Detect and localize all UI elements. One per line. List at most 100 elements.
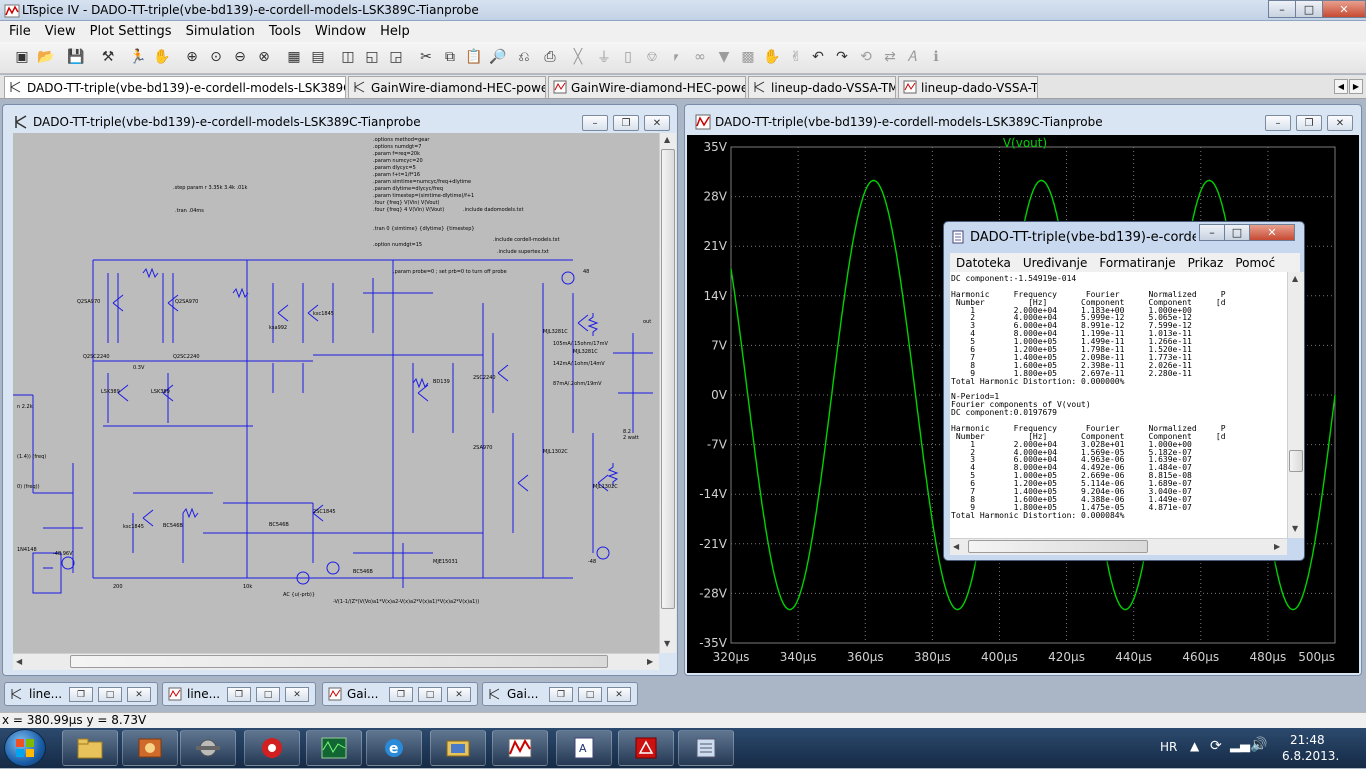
close-button[interactable]: ✕: [1322, 0, 1366, 18]
close-icon[interactable]: ✕: [285, 687, 309, 702]
menu-help[interactable]: Help: [373, 24, 417, 39]
cascade-windows-icon[interactable]: ◱: [362, 47, 382, 67]
waveform-restore-button[interactable]: ❐: [1296, 115, 1322, 131]
fourier-hscroll[interactable]: ◀ ▶: [950, 538, 1287, 555]
taskbar-app-2[interactable]: [122, 730, 178, 766]
tab-scroll-right-icon[interactable]: ▶: [1349, 79, 1363, 94]
start-button[interactable]: [4, 729, 46, 767]
tab-gainwire-2[interactable]: GainWire-diamond-HEC-power-CFB: [548, 76, 746, 98]
schematic-hscroll[interactable]: ◀ ▶: [13, 653, 659, 670]
tile-windows-icon[interactable]: ◫: [338, 47, 358, 67]
restore-icon[interactable]: ❐: [389, 687, 413, 702]
ground-icon[interactable]: ⏚: [594, 47, 614, 67]
minimize-button[interactable]: –: [1268, 0, 1296, 18]
schematic-minimize-button[interactable]: –: [582, 115, 608, 131]
menu-plot-settings[interactable]: Plot Settings: [83, 24, 179, 39]
clock-time[interactable]: 21:48: [1290, 733, 1325, 747]
schematic-canvas[interactable]: .options method=gear .options numdgt=7 .…: [13, 133, 659, 653]
language-indicator[interactable]: HR: [1160, 740, 1177, 754]
restore-icon[interactable]: ❐: [69, 687, 93, 702]
minimized-window-3[interactable]: Gai... ❐ □ ✕: [322, 682, 478, 706]
copy-icon[interactable]: ⧉: [440, 47, 460, 67]
component-icon[interactable]: ▩: [738, 47, 758, 67]
taskbar-notepad[interactable]: [678, 730, 734, 766]
volume-icon[interactable]: 🔊: [1250, 737, 1267, 753]
menu-tools[interactable]: Tools: [262, 24, 308, 39]
maximize-icon[interactable]: □: [418, 687, 442, 702]
save-icon[interactable]: 💾: [66, 47, 86, 67]
fft-icon[interactable]: ▤: [308, 47, 328, 67]
minimized-window-4[interactable]: Gai... ❐ □ ✕: [482, 682, 638, 706]
restore-icon[interactable]: ❐: [549, 687, 573, 702]
trace-label[interactable]: V(vout): [1003, 136, 1047, 150]
schematic-vscroll-thumb[interactable]: [661, 149, 675, 609]
close-icon[interactable]: ✕: [607, 687, 631, 702]
paste-icon[interactable]: 📋: [464, 47, 484, 67]
tab-dado-tt-triple[interactable]: DADO-TT-triple(vbe-bd139)-e-cordell-mode…: [4, 76, 346, 98]
fourier-maximize-button[interactable]: □: [1224, 224, 1250, 241]
menu-uredivanje[interactable]: Uređivanje: [1017, 256, 1094, 270]
maximize-button[interactable]: □: [1295, 0, 1323, 18]
mirror-icon[interactable]: ⇄: [880, 47, 900, 67]
minimized-window-2[interactable]: line... ❐ □ ✕: [162, 682, 316, 706]
zoom-pan-icon[interactable]: ⊙: [206, 47, 226, 67]
fourier-text-area[interactable]: DC component:-1.54919e-014 Harmonic Frequ…: [950, 272, 1287, 538]
waveform-minimize-button[interactable]: –: [1265, 115, 1291, 131]
open-schematic-icon[interactable]: ▣: [12, 47, 32, 67]
taskbar-app-4[interactable]: [244, 730, 300, 766]
taskbar-oscilloscope[interactable]: [306, 730, 362, 766]
drag-hand-icon[interactable]: ✌: [786, 47, 806, 67]
text-icon[interactable]: 𝐴: [902, 47, 922, 67]
tab-gainwire-1[interactable]: GainWire-diamond-HEC-power-CFB: [348, 76, 546, 98]
control-panel-icon[interactable]: ⚒: [98, 47, 118, 67]
label-net-icon[interactable]: ▯: [618, 47, 638, 67]
pan-hand-icon[interactable]: ✋: [152, 47, 172, 67]
zoom-out-icon[interactable]: ⊖: [230, 47, 250, 67]
sync-icon[interactable]: ⟳: [1210, 738, 1222, 754]
schematic-hscroll-thumb[interactable]: [70, 655, 608, 668]
network-signal-icon[interactable]: ▂▄: [1230, 738, 1250, 753]
menu-view[interactable]: View: [38, 24, 83, 39]
tab-scroll-left-icon[interactable]: ◀: [1334, 79, 1348, 94]
taskbar-ltspice[interactable]: [492, 730, 548, 766]
menu-pomoc[interactable]: Pomoć: [1229, 256, 1281, 270]
open-folder-icon[interactable]: 📂: [36, 47, 56, 67]
tab-lineup-1[interactable]: lineup-dado-VSSA-TMC: [748, 76, 896, 98]
spice-directive-icon[interactable]: ℹ: [926, 47, 946, 67]
schematic-restore-button[interactable]: ❐: [613, 115, 639, 131]
taskbar-explorer[interactable]: [62, 730, 118, 766]
find-icon[interactable]: 🔎: [488, 47, 508, 67]
taskbar-app-7[interactable]: [430, 730, 486, 766]
undo-icon[interactable]: ↶: [808, 47, 828, 67]
fourier-close-button[interactable]: ✕: [1249, 224, 1295, 241]
restore-icon[interactable]: ❐: [227, 687, 251, 702]
menu-window[interactable]: Window: [308, 24, 373, 39]
zoom-in-icon[interactable]: ⊕: [182, 47, 202, 67]
autorange-icon[interactable]: ▦: [284, 47, 304, 67]
run-icon[interactable]: 🏃: [128, 47, 148, 67]
waveform-close-button[interactable]: ✕: [1327, 115, 1353, 131]
move-hand-icon[interactable]: ✋: [762, 47, 782, 67]
fourier-vscroll[interactable]: ▲ ▼: [1287, 272, 1304, 538]
menu-datoteka[interactable]: Datoteka: [950, 256, 1017, 270]
rotate-icon[interactable]: ⟲: [856, 47, 876, 67]
maximize-icon[interactable]: □: [98, 687, 122, 702]
menu-file[interactable]: File: [2, 24, 38, 39]
fourier-hscroll-thumb[interactable]: [968, 540, 1148, 553]
zoom-fit-icon[interactable]: ⊗: [254, 47, 274, 67]
close-icon[interactable]: ✕: [127, 687, 151, 702]
taskbar-ie[interactable]: e: [366, 730, 422, 766]
draw-wire-icon[interactable]: ╳: [568, 47, 588, 67]
inductor-icon[interactable]: ∞: [690, 47, 710, 67]
clock-date[interactable]: 6.8.2013.: [1282, 749, 1339, 763]
maximize-icon[interactable]: □: [256, 687, 280, 702]
tab-lineup-2[interactable]: lineup-dado-VSSA-TMC: [898, 76, 1038, 98]
menu-simulation[interactable]: Simulation: [179, 24, 262, 39]
taskbar-acrobat[interactable]: [618, 730, 674, 766]
menu-prikaz[interactable]: Prikaz: [1182, 256, 1230, 270]
redo-icon[interactable]: ↷: [832, 47, 852, 67]
close-icon[interactable]: ✕: [447, 687, 471, 702]
print-preview-icon[interactable]: ⎌: [514, 47, 534, 67]
menu-formatiranje[interactable]: Formatiranje: [1093, 256, 1181, 270]
cut-icon[interactable]: ✂: [416, 47, 436, 67]
